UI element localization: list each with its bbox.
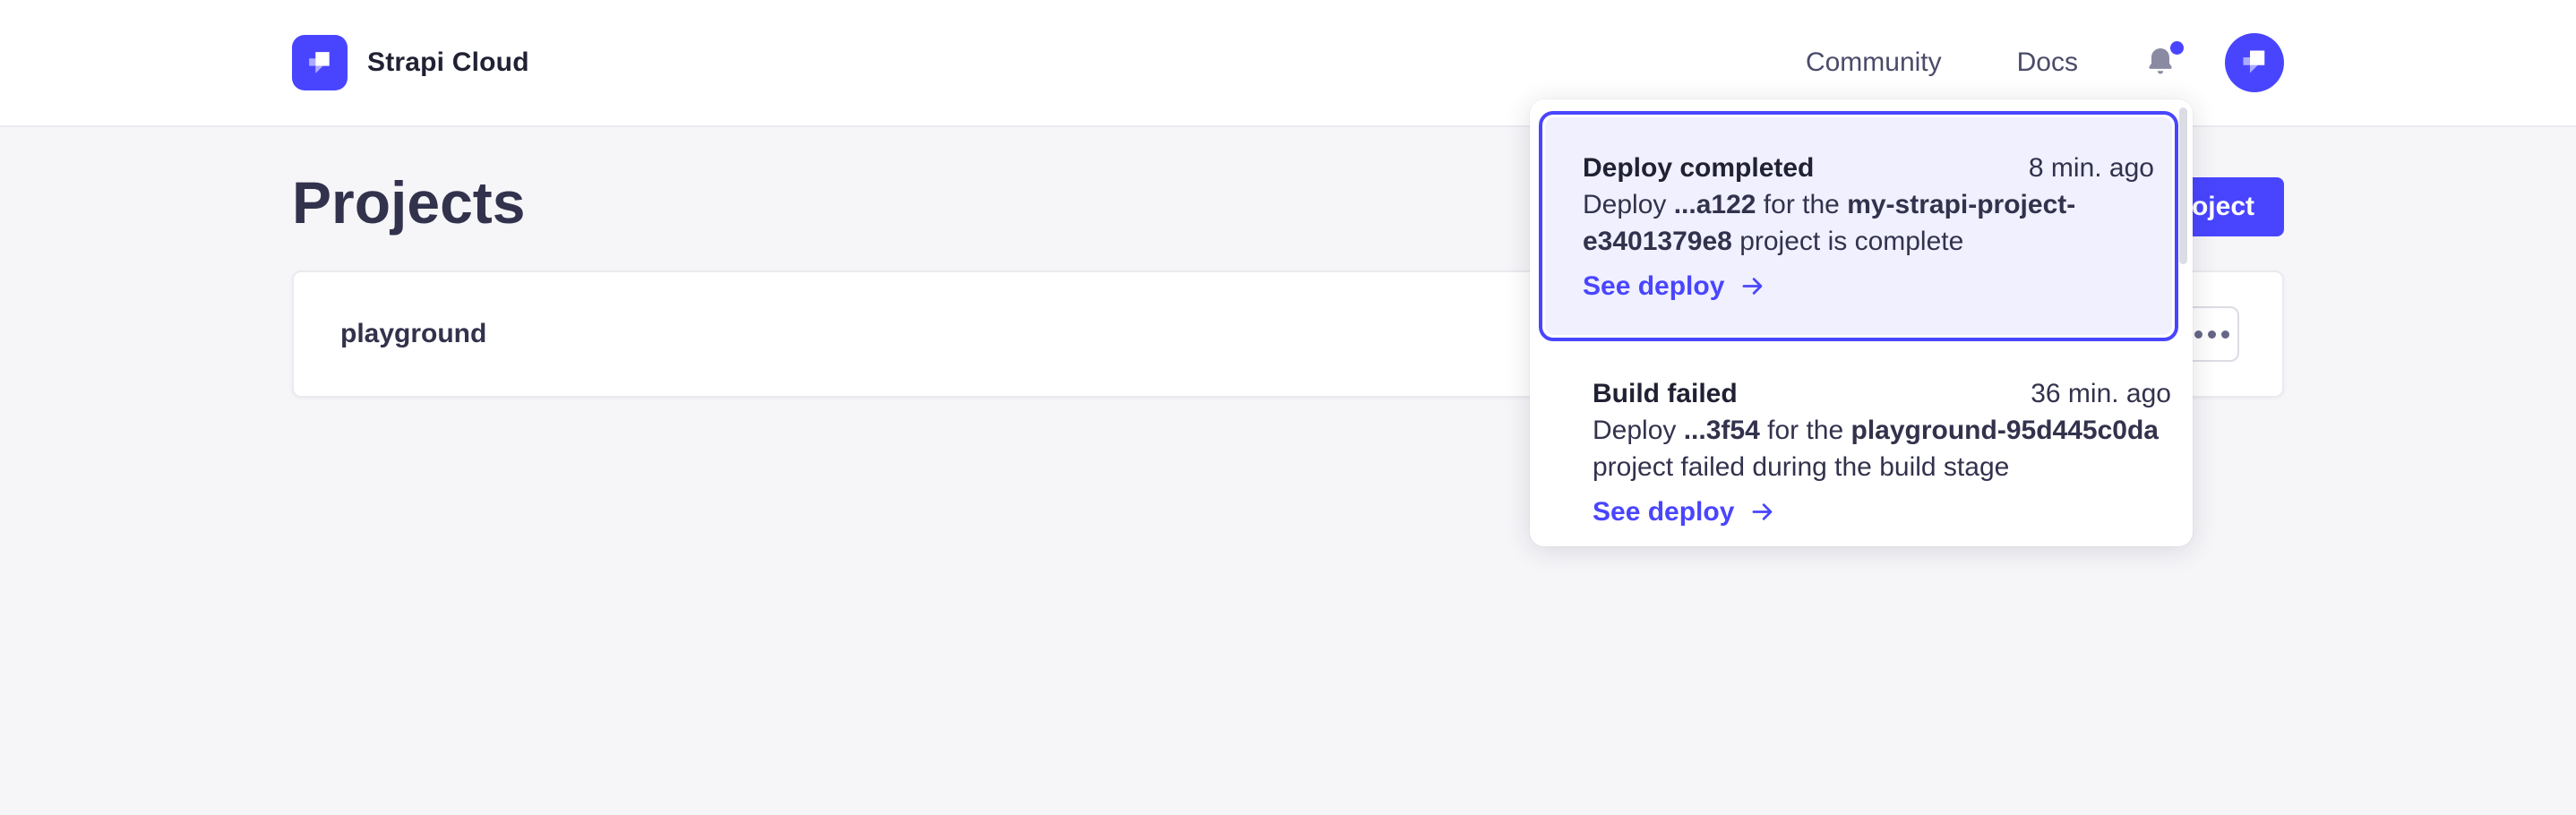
notification-title: Build failed — [1593, 375, 1738, 412]
notification-title-row: Deploy completed 8 min. ago — [1583, 150, 2154, 186]
arrow-right-icon — [1747, 500, 1778, 524]
user-avatar[interactable] — [2225, 33, 2284, 92]
notification-timestamp: 8 min. ago — [2029, 150, 2154, 186]
nav-links: Community Docs — [1806, 47, 2078, 78]
avatar-strapi-icon — [2237, 44, 2272, 82]
ellipsis-dot — [2221, 330, 2229, 339]
notification-item[interactable]: Build failed36 min. agoDeploy ...3f54 fo… — [1530, 341, 2193, 545]
nav-link-docs[interactable]: Docs — [2017, 47, 2078, 78]
message-segment: Deploy — [1593, 416, 1684, 445]
notification-timestamp: 36 min. ago — [2031, 375, 2171, 412]
brand-title: Strapi Cloud — [367, 47, 529, 78]
notification-message-line: Deploy ...a122 for the my-strapi-project… — [1583, 186, 2154, 223]
notification-title-row: Build failed 36 min. ago — [1593, 375, 2171, 412]
navbar-right: Community Docs — [1806, 33, 2284, 92]
notification-message-line: project failed during the build stage — [1593, 449, 2171, 485]
strapi-logo-icon — [292, 35, 348, 90]
message-segment: ...3f54 — [1684, 416, 1760, 445]
see-deploy-link[interactable]: See deploy — [1583, 268, 2154, 305]
project-name: playground — [340, 319, 486, 349]
message-segment: my-strapi-project- — [1847, 190, 2075, 219]
notifications-popup: Deploy completed8 min. agoDeploy ...a122… — [1530, 99, 2193, 546]
arrow-right-icon — [1738, 274, 1768, 298]
see-deploy-label: See deploy — [1593, 493, 1734, 530]
ellipsis-dot — [2208, 330, 2216, 339]
nav-link-community[interactable]: Community — [1806, 47, 1942, 78]
popup-scrollbar[interactable] — [2179, 107, 2187, 264]
notification-message-line: Deploy ...3f54 for the playground-95d445… — [1593, 412, 2171, 449]
message-segment: ...a122 — [1674, 190, 1756, 219]
message-segment: for the — [1756, 190, 1847, 219]
see-deploy-label: See deploy — [1583, 268, 1724, 305]
notification-item-highlighted[interactable]: Deploy completed8 min. agoDeploy ...a122… — [1539, 111, 2178, 341]
notification-title: Deploy completed — [1583, 150, 1814, 186]
ellipsis-dot — [2194, 330, 2202, 339]
message-segment: e3401379e8 — [1583, 227, 1732, 256]
unread-indicator-dot — [2170, 41, 2184, 55]
notifications-list: Deploy completed8 min. agoDeploy ...a122… — [1530, 111, 2193, 545]
notification-message-line: e3401379e8 project is complete — [1583, 223, 2154, 260]
message-segment: Deploy — [1583, 190, 1674, 219]
notifications-button[interactable] — [2141, 43, 2180, 82]
message-segment: playground-95d445c0da — [1851, 416, 2159, 445]
see-deploy-link[interactable]: See deploy — [1593, 493, 2171, 530]
message-segment: project failed during the build stage — [1593, 452, 2009, 482]
brand[interactable]: Strapi Cloud — [292, 35, 529, 90]
message-segment: project is complete — [1732, 227, 1963, 256]
message-segment: for the — [1760, 416, 1851, 445]
